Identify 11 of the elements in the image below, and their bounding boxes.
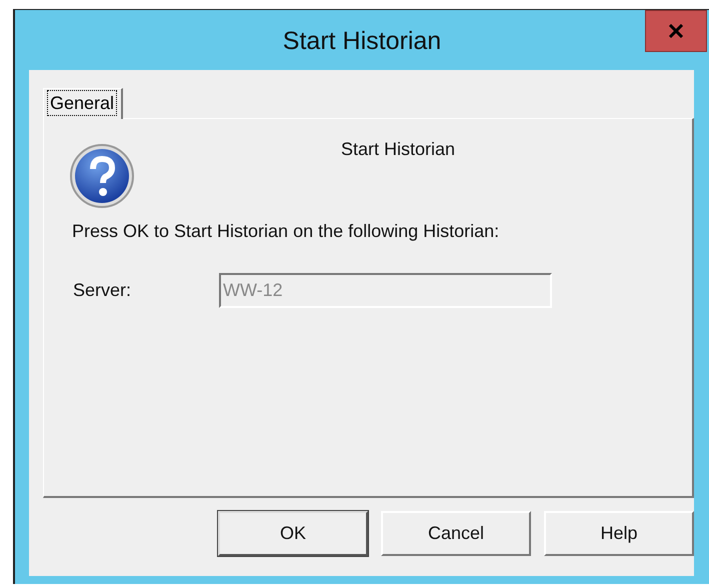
server-label: Server: [72,280,132,301]
dialog-button[interactable]: Help [544,511,694,556]
window-title: Start Historian [282,27,442,56]
question-icon [69,143,135,209]
tab[interactable]: General [43,88,124,119]
dialog-button[interactable]: OK [218,511,368,556]
instruction-text: Press OK to Start Historian on the following Historian: [72,221,500,242]
close-icon [668,24,684,38]
dialog-button[interactable]: Cancel [381,511,531,556]
close-button[interactable] [645,10,707,52]
dialog-heading: Start Historian [341,139,456,160]
